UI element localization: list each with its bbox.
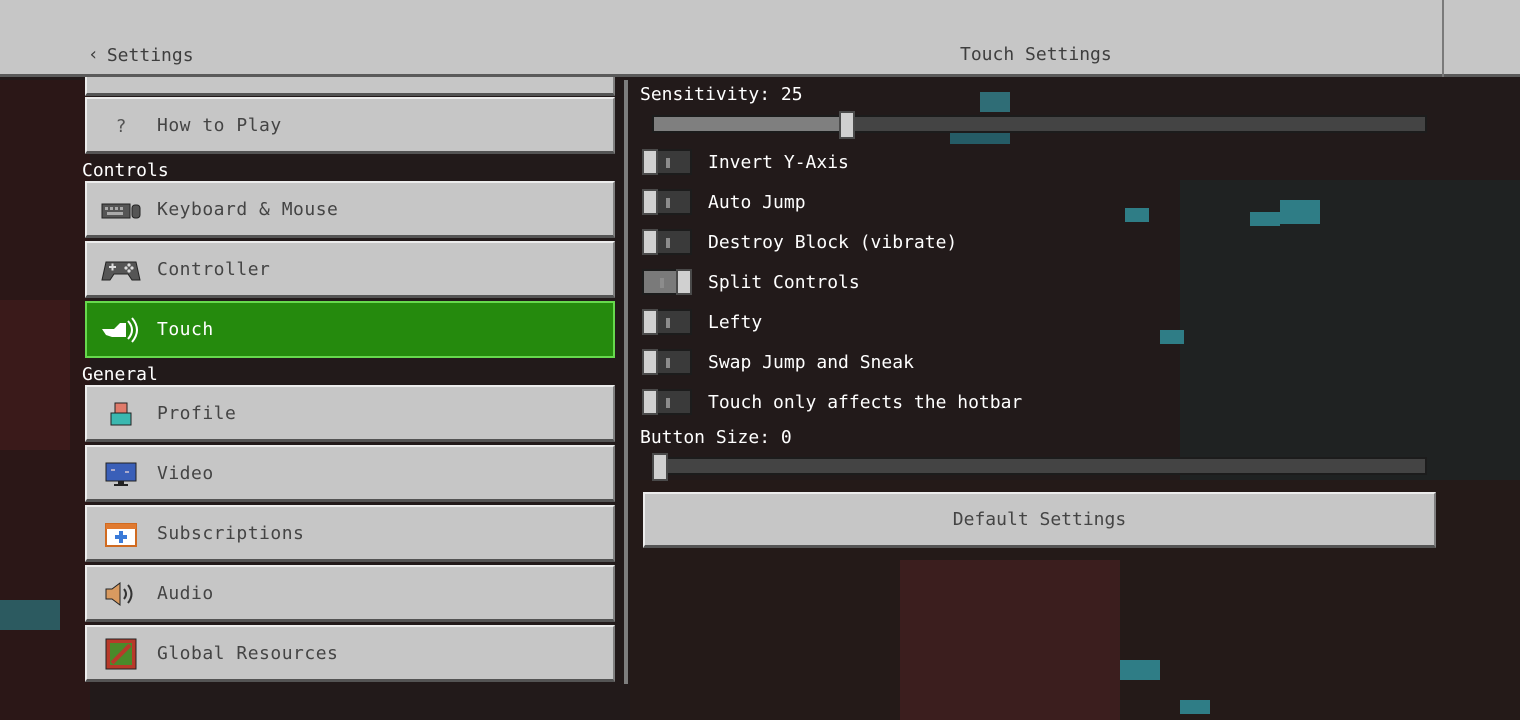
sidebar-item-audio[interactable]: Audio [85,565,615,622]
toggle-switch[interactable] [642,349,692,375]
toggle-mark [666,398,670,408]
header-divider [1442,0,1444,77]
toggle-switch[interactable] [642,149,692,175]
section-label-controls: Controls [82,160,169,181]
sidebar-item-label: Keyboard & Mouse [157,198,339,220]
button-size-slider[interactable] [652,453,1427,481]
sidebar-scrollbar[interactable] [624,80,628,684]
toggle-knob[interactable] [642,229,658,255]
sidebar-item-touch[interactable]: Touch [85,301,615,358]
toggle-switch[interactable] [642,229,692,255]
sidebar-item-label: Controller [157,258,271,280]
toggle-mark [666,238,670,248]
sensitivity-slider-thumb[interactable] [839,111,855,139]
toggle-switch[interactable] [642,309,692,335]
toggle-label: Touch only affects the hotbar [708,391,1023,413]
toggle-row[interactable]: Swap Jump and Sneak [642,348,914,376]
toggle-knob[interactable] [676,269,692,295]
toggle-knob[interactable] [642,309,658,335]
toggle-label: Invert Y-Axis [708,151,849,173]
sidebar-item-label: Audio [157,582,214,604]
toggle-mark [666,358,670,368]
back-button[interactable]: ‹ Settings [88,44,194,66]
sensitivity-slider[interactable] [652,111,1427,139]
toggle-row[interactable]: Invert Y-Axis [642,148,849,176]
sidebar-item-label: Video [157,462,214,484]
sidebar-item-profile[interactable]: Profile [85,385,615,442]
settings-sidebar: ? How to Play Controls Keyboard & Mouse [0,74,630,720]
resources-icon [99,638,143,670]
button-size-label: Button Size: 0 [640,427,792,448]
sidebar-item-controller[interactable]: Controller [85,241,615,298]
toggle-knob[interactable] [642,349,658,375]
toggle-label: Destroy Block (vibrate) [708,231,958,253]
toggle-row[interactable]: Lefty [642,308,762,336]
top-bar: ‹ Settings Touch Settings [0,0,1520,77]
toggle-mark [666,198,670,208]
profile-icon [99,399,143,429]
section-label-general: General [82,364,158,385]
keyboard-mouse-icon [99,195,143,225]
toggle-row[interactable]: Destroy Block (vibrate) [642,228,957,256]
sidebar-item-label: Profile [157,402,237,424]
sidebar-item-subscriptions[interactable]: Subscriptions [85,505,615,562]
sidebar-item-label: Touch [157,319,214,340]
toggle-label: Split Controls [708,271,860,293]
sensitivity-slider-fill [654,117,847,131]
speaker-icon [99,579,143,609]
button-size-slider-thumb[interactable] [652,453,668,481]
toggle-label: Auto Jump [708,191,806,213]
page-title: Touch Settings [960,44,1112,65]
toggle-row[interactable]: Touch only affects the hotbar [642,388,1022,416]
toggle-switch[interactable] [642,389,692,415]
toggle-label: Swap Jump and Sneak [708,351,914,373]
back-label: Settings [106,44,194,66]
toggle-mark [666,318,670,328]
toggle-knob[interactable] [642,149,658,175]
question-icon: ? [115,115,127,137]
sensitivity-label: Sensitivity: 25 [640,84,803,105]
toggle-mark [660,278,664,288]
toggle-row[interactable]: Split Controls [642,268,860,296]
toggle-switch[interactable] [642,269,692,295]
touch-settings-panel: Sensitivity: 25 Invert Y-Axis Auto Jump De… [630,80,1520,720]
toggle-switch[interactable] [642,189,692,215]
sidebar-item-video[interactable]: Video [85,445,615,502]
gamepad-icon [99,255,143,285]
sidebar-item-partial[interactable] [85,74,615,96]
toggle-knob[interactable] [642,189,658,215]
monitor-icon [99,459,143,489]
toggle-row[interactable]: Auto Jump [642,188,806,216]
sidebar-item-global-resources[interactable]: Global Resources [85,625,615,682]
toggle-label: Lefty [708,311,763,333]
sidebar-item-label: Subscriptions [157,522,305,544]
calendar-plus-icon [99,519,143,549]
sidebar-item-label: Global Resources [157,642,339,664]
default-settings-button[interactable]: Default Settings [643,492,1436,548]
toggle-knob[interactable] [642,389,658,415]
sidebar-item-how-to-play[interactable]: ? How to Play [85,97,615,154]
sidebar-item-label: How to Play [157,114,282,136]
sidebar-item-keyboard-mouse[interactable]: Keyboard & Mouse [85,181,615,238]
toggle-mark [666,158,670,168]
chevron-left-icon: ‹ [88,44,99,65]
touch-hand-icon [99,315,143,345]
